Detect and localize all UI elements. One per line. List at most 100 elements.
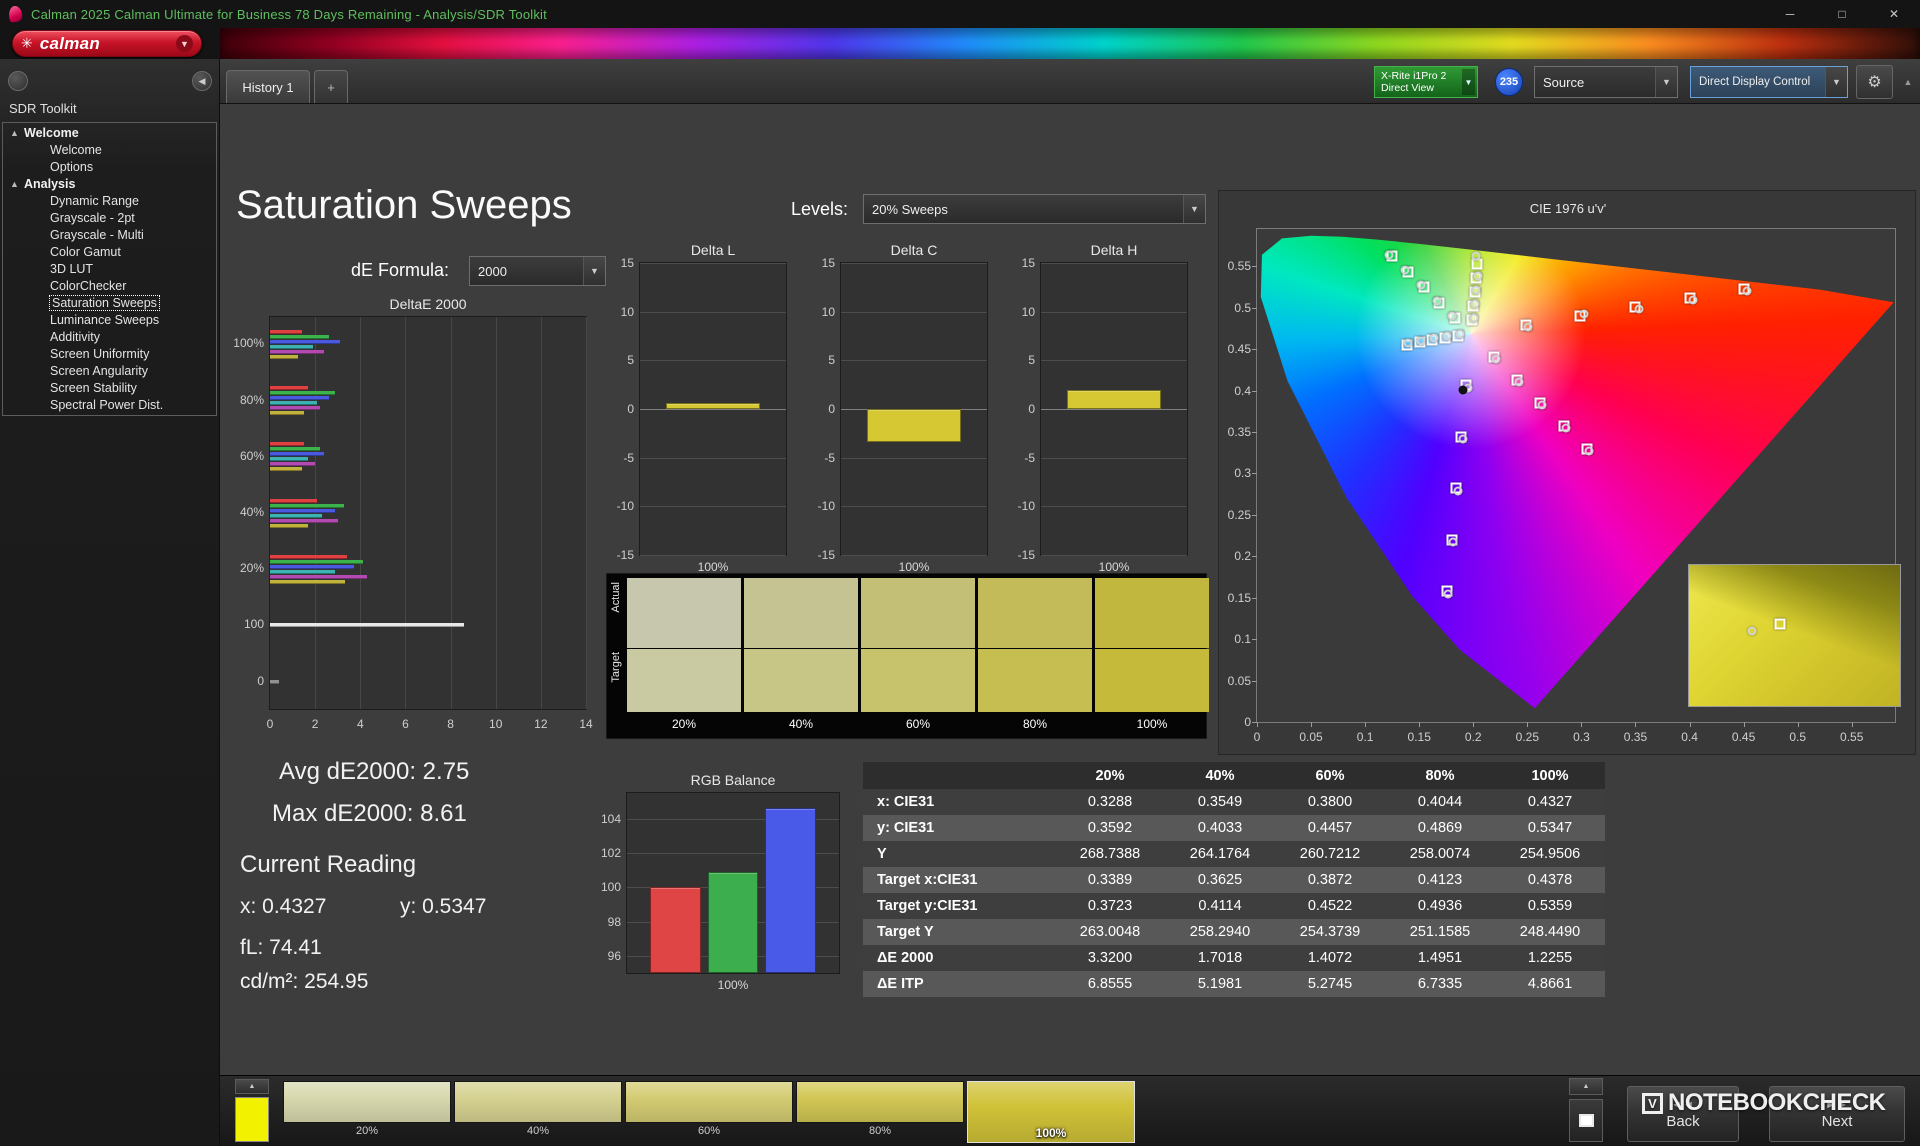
axis-tick: [1419, 722, 1421, 727]
sidebar-item-spectral-power-dist[interactable]: Spectral Power Dist.: [3, 397, 216, 414]
close-button[interactable]: ✕: [1868, 0, 1920, 28]
sidebar-item-screen-stability[interactable]: Screen Stability: [3, 380, 216, 397]
measured-point-marker: [1448, 537, 1458, 547]
gridline: [640, 506, 786, 508]
levels-dropdown[interactable]: 20% Sweeps ▼: [863, 194, 1206, 224]
tab-history-1[interactable]: History 1: [226, 70, 310, 103]
y-tick-label: -15: [616, 548, 634, 562]
measurement-count-badge: 235: [1495, 68, 1523, 96]
measured-point-marker: [1458, 434, 1468, 444]
source-dropdown[interactable]: Source ▼: [1534, 66, 1678, 98]
patch-button-20[interactable]: 20%: [283, 1081, 451, 1143]
add-tab-button[interactable]: +: [314, 70, 348, 103]
measured-point-marker: [1416, 280, 1426, 290]
pattern-popup-button[interactable]: ▲: [235, 1079, 269, 1094]
table-value-cell: 0.4378: [1527, 872, 1573, 888]
collapse-sidebar-button[interactable]: ◀: [192, 71, 212, 91]
sidebar-item-label: Screen Uniformity: [50, 347, 150, 361]
patch-button-40[interactable]: 40%: [454, 1081, 622, 1143]
minimize-button[interactable]: ─: [1764, 0, 1816, 28]
display-control-dropdown[interactable]: Direct Display Control ▼: [1690, 66, 1848, 98]
x-tick-label: 10: [489, 717, 503, 731]
chevron-down-icon: ▼: [1655, 67, 1677, 97]
bar: [270, 386, 309, 391]
gridline: [841, 311, 987, 313]
axis-tick: [1257, 722, 1258, 727]
window-pattern-icon: [1578, 1114, 1594, 1127]
patch-label: 80%: [868, 1125, 892, 1137]
calman-menu-button[interactable]: ✳ calman ▼: [12, 30, 202, 57]
panel-popup-button[interactable]: ▲: [1569, 1078, 1603, 1095]
axis-tick: [1252, 680, 1257, 682]
calman-logo-text: calman: [39, 33, 101, 53]
sidebar-item-color-gamut[interactable]: Color Gamut: [3, 244, 216, 261]
group-label: 100%: [233, 336, 264, 351]
x-tick-label: 0.15: [1407, 730, 1431, 744]
table-value-cell: 1.4951: [1417, 950, 1463, 966]
patch-button-60[interactable]: 60%: [625, 1081, 793, 1143]
tree-expand-icon[interactable]: ▲: [10, 125, 19, 142]
sidebar-item-additivity[interactable]: Additivity: [3, 329, 216, 346]
axis-tick: [1252, 473, 1257, 475]
sidebar-item-screen-uniformity[interactable]: Screen Uniformity: [3, 346, 216, 363]
settings-button[interactable]: ⚙: [1856, 65, 1893, 99]
y-tick-label: -10: [817, 499, 835, 514]
measured-point-marker: [1400, 265, 1410, 275]
gridline: [1041, 409, 1187, 410]
back-button[interactable]: ◄◄ Back: [1627, 1086, 1739, 1142]
sidebar-item-dynamic-range[interactable]: Dynamic Range: [3, 193, 216, 210]
maximize-button[interactable]: □: [1816, 0, 1868, 28]
table-header-cell: 40%: [1205, 767, 1235, 784]
table-value-cell: 260.7212: [1299, 846, 1361, 862]
table-value-cell: 0.4114: [1198, 898, 1242, 914]
measured-point-marker: [1403, 338, 1413, 348]
sidebar-item-grayscale-2pt[interactable]: Grayscale - 2pt: [3, 210, 216, 227]
delta-c-chart: Delta C 15 10 5 0 -5 -10 -15 100%: [797, 240, 997, 574]
axis-tick: [1311, 722, 1313, 727]
group-label: 0: [257, 673, 264, 688]
delta-l-xlabel: 100%: [697, 560, 729, 574]
workflow-icon[interactable]: [8, 71, 28, 91]
source-label: Source: [1543, 74, 1585, 90]
next-button[interactable]: ►► Next: [1769, 1086, 1905, 1142]
sidebar-item-label: Spectral Power Dist.: [50, 398, 164, 412]
y-tick-label: 10: [620, 304, 634, 319]
bar: [270, 623, 465, 628]
table-value-cell: 0.5359: [1527, 898, 1573, 914]
sidebar-group-analysis[interactable]: ▲ Analysis: [3, 176, 216, 193]
table-row-label: x: CIE31: [877, 794, 935, 810]
sidebar-item-colorchecker[interactable]: ColorChecker: [3, 278, 216, 295]
table-row-label: y: CIE31: [877, 820, 935, 836]
tree-expand-icon[interactable]: ▲: [10, 176, 19, 193]
sidebar-group-welcome[interactable]: ▲ Welcome: [3, 125, 216, 142]
axis-tick: [1689, 722, 1691, 727]
sidebar-item-saturation-sweeps[interactable]: Saturation Sweeps: [3, 295, 216, 312]
levels-value: 20% Sweeps: [872, 201, 948, 217]
measured-point-marker: [1523, 322, 1533, 332]
sidebar-item-options[interactable]: Options: [3, 159, 216, 176]
de-formula-dropdown[interactable]: 2000 ▼: [469, 256, 606, 286]
y-tick-label: 98: [607, 914, 621, 929]
sidebar-group-label: Welcome: [24, 126, 79, 140]
table-value-cell: 0.4044: [1417, 794, 1463, 810]
sidebar-item-3d-lut[interactable]: 3D LUT: [3, 261, 216, 278]
sidebar-item-luminance-sweeps[interactable]: Luminance Sweeps: [3, 312, 216, 329]
collapse-toolbar-button[interactable]: ▲: [1900, 71, 1916, 93]
target-swatch: [978, 649, 1092, 712]
current-y: y: 0.5347: [400, 895, 487, 918]
patch-button-100[interactable]: 100%: [967, 1081, 1135, 1143]
de-formula-label: dE Formula:: [351, 260, 450, 280]
swatch-label: 20%: [671, 717, 697, 731]
bar: [270, 579, 345, 584]
sidebar-item-screen-angularity[interactable]: Screen Angularity: [3, 363, 216, 380]
current-patch-swatch[interactable]: [235, 1097, 269, 1142]
max-de2000: Max dE2000: 8.61: [272, 800, 467, 827]
pattern-window-button[interactable]: [1569, 1099, 1603, 1142]
patch-button-80[interactable]: 80%: [796, 1081, 964, 1143]
rgb-balance-plot: 104 102 100 98 96: [601, 792, 840, 974]
measured-point-marker: [1561, 423, 1571, 433]
sidebar-item-grayscale-multi[interactable]: Grayscale - Multi: [3, 227, 216, 244]
swatch-column-60: 60%: [861, 578, 975, 736]
sidebar-item-welcome[interactable]: Welcome: [3, 142, 216, 159]
meter-dropdown[interactable]: X-Rite i1Pro 2 Direct View ▼: [1374, 66, 1478, 98]
